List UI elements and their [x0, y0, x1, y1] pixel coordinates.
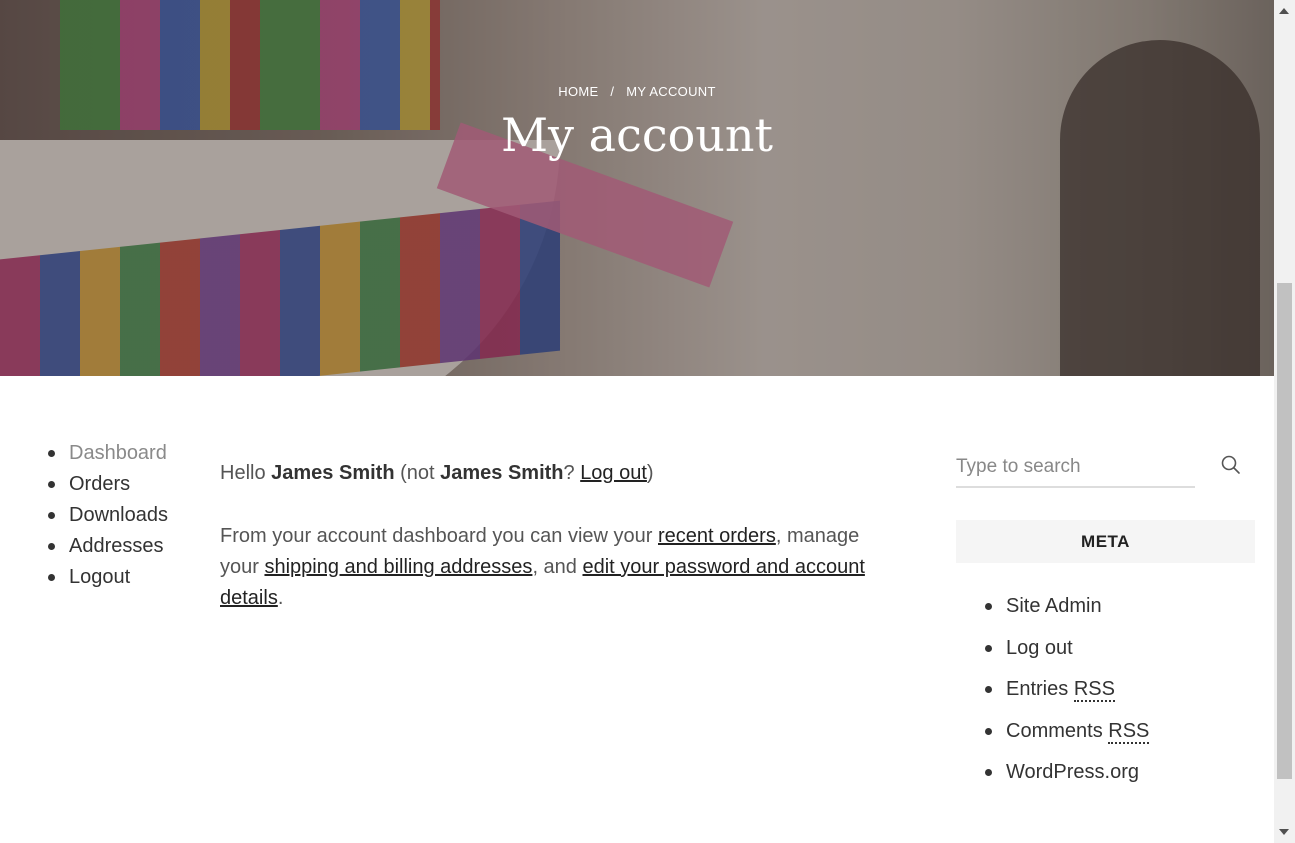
- account-nav-item-dashboard[interactable]: Dashboard: [48, 438, 168, 469]
- account-nav-item-addresses[interactable]: Addresses: [48, 531, 168, 562]
- entries-rss-link[interactable]: Entries RSS: [1006, 678, 1115, 702]
- meta-item-site-admin[interactable]: Site Admin: [984, 586, 1149, 628]
- greeting-close-paren: ): [646, 462, 654, 484]
- scroll-up-arrow-icon[interactable]: [1279, 8, 1289, 14]
- meta-item-comments-rss[interactable]: Comments RSS: [984, 711, 1150, 753]
- dashboard-text-1: From your account dashboard you can view…: [220, 525, 658, 547]
- dashboard-description: From your account dashboard you can view…: [220, 521, 900, 614]
- dashboard-text-3: , and: [532, 556, 583, 578]
- wordpress-org-link[interactable]: WordPress.org: [1006, 761, 1139, 783]
- breadcrumb: HOME / MY ACCOUNT: [0, 84, 1274, 99]
- dashboard-text-4: .: [277, 587, 284, 609]
- comments-rss-link[interactable]: Comments RSS: [1006, 719, 1150, 744]
- account-nav-orders-link[interactable]: Orders: [69, 473, 130, 495]
- greeting-paragraph: Hello James Smith (not James Smith? Log …: [220, 458, 900, 489]
- site-admin-link[interactable]: Site Admin: [1006, 595, 1102, 617]
- account-navigation: Dashboard Orders Downloads Addresses Log…: [48, 438, 168, 593]
- page-title: My account: [500, 108, 774, 162]
- greeting-not-prefix: (not: [394, 462, 441, 484]
- scroll-down-arrow-icon[interactable]: [1279, 829, 1289, 835]
- meta-item-log-out[interactable]: Log out: [984, 628, 1149, 670]
- user-name-repeat: James Smith: [440, 462, 564, 484]
- recent-orders-link[interactable]: recent orders: [658, 525, 776, 547]
- meta-logout-link[interactable]: Log out: [1006, 637, 1073, 659]
- search-form: [956, 440, 1256, 488]
- account-nav-item-logout[interactable]: Logout: [48, 562, 168, 593]
- user-name: James Smith: [271, 462, 395, 484]
- meta-item-entries-rss[interactable]: Entries RSS: [984, 669, 1149, 711]
- hero-overlay: [0, 0, 1274, 376]
- account-nav-downloads-link[interactable]: Downloads: [69, 504, 168, 526]
- account-nav-dashboard-link[interactable]: Dashboard: [69, 442, 167, 464]
- comments-rss-abbr: RSS: [1108, 719, 1150, 744]
- scrollbar[interactable]: [1274, 0, 1295, 843]
- account-nav-addresses-link[interactable]: Addresses: [69, 535, 164, 557]
- breadcrumb-separator: /: [610, 84, 615, 99]
- entries-rss-abbr: RSS: [1073, 678, 1115, 702]
- entries-rss-label: Entries: [1006, 678, 1074, 700]
- account-nav-logout-link[interactable]: Logout: [69, 566, 130, 588]
- addresses-link[interactable]: shipping and billing addresses: [264, 556, 532, 578]
- scrollbar-thumb[interactable]: [1277, 283, 1292, 779]
- account-nav-item-downloads[interactable]: Downloads: [48, 500, 168, 531]
- search-icon[interactable]: [1218, 452, 1244, 478]
- hero-banner: HOME / MY ACCOUNT My account: [0, 0, 1274, 376]
- search-input[interactable]: [956, 448, 1195, 488]
- comments-rss-label: Comments: [1006, 719, 1109, 742]
- meta-item-wordpress-org[interactable]: WordPress.org: [984, 752, 1149, 794]
- breadcrumb-home-link[interactable]: HOME: [558, 84, 598, 99]
- breadcrumb-current: MY ACCOUNT: [626, 84, 716, 99]
- account-nav-item-orders[interactable]: Orders: [48, 469, 168, 500]
- greeting-question: ?: [563, 462, 581, 484]
- greeting-prefix: Hello: [220, 462, 272, 484]
- meta-widget-list: Site Admin Log out Entries RSS Comments …: [984, 586, 1150, 794]
- account-dashboard-content: Hello James Smith (not James Smith? Log …: [220, 458, 900, 646]
- meta-widget-title: META: [956, 520, 1255, 563]
- greeting-logout-link[interactable]: Log out: [580, 462, 647, 484]
